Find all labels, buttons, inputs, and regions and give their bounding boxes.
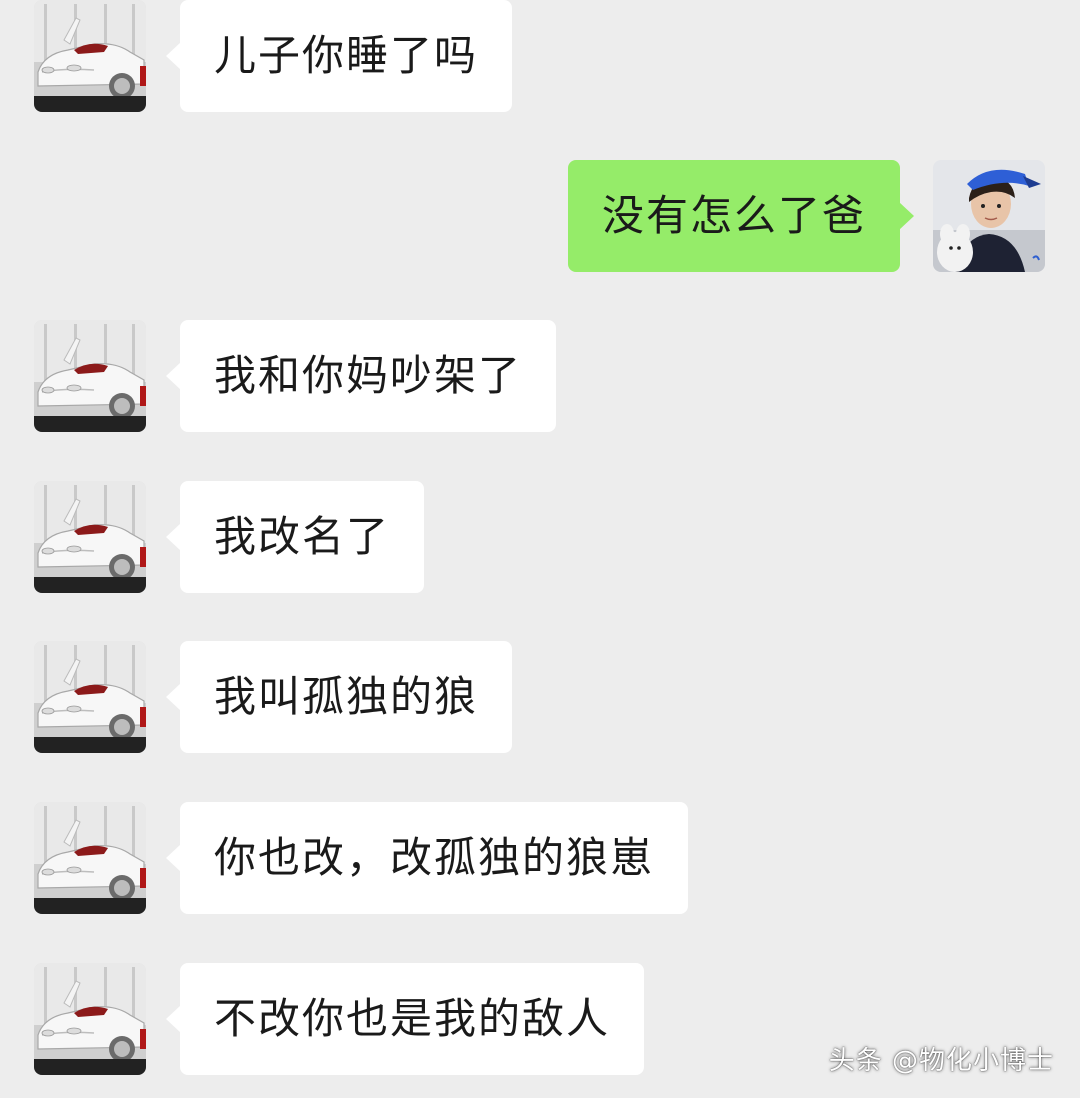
- message-row: 你也改，改孤独的狼崽: [0, 802, 1080, 916]
- white-car-avatar[interactable]: [34, 963, 146, 1075]
- boy-with-cap-avatar[interactable]: [933, 160, 1045, 272]
- incoming-message-bubble[interactable]: 我和你妈吵架了: [165, 320, 557, 432]
- incoming-message-bubble[interactable]: 你也改，改孤独的狼崽: [165, 802, 689, 914]
- white-car-avatar[interactable]: [34, 0, 146, 112]
- chat-area[interactable]: 儿子你睡了吗 没有怎么了爸 我和你妈吵架了 我改名了 我叫孤独的狼 你也改，改孤…: [0, 0, 1080, 1098]
- incoming-message-bubble[interactable]: 不改你也是我的敌人: [165, 963, 645, 1075]
- watermark-text: 头条 @物化小博士: [828, 1046, 1054, 1076]
- white-car-avatar[interactable]: [34, 320, 146, 432]
- incoming-message-bubble[interactable]: 我叫孤独的狼: [165, 641, 513, 753]
- incoming-message-bubble[interactable]: 我改名了: [165, 481, 425, 593]
- white-car-avatar[interactable]: [34, 641, 146, 753]
- white-car-avatar[interactable]: [34, 481, 146, 593]
- message-row: 儿子你睡了吗: [0, 0, 1080, 114]
- message-row: 我叫孤独的狼: [0, 641, 1080, 755]
- message-row: 没有怎么了爸: [0, 160, 1080, 274]
- message-row: 我和你妈吵架了: [0, 320, 1080, 434]
- message-row: 我改名了: [0, 481, 1080, 595]
- outgoing-message-bubble[interactable]: 没有怎么了爸: [567, 160, 915, 272]
- white-car-avatar[interactable]: [34, 802, 146, 914]
- incoming-message-bubble[interactable]: 儿子你睡了吗: [165, 0, 513, 112]
